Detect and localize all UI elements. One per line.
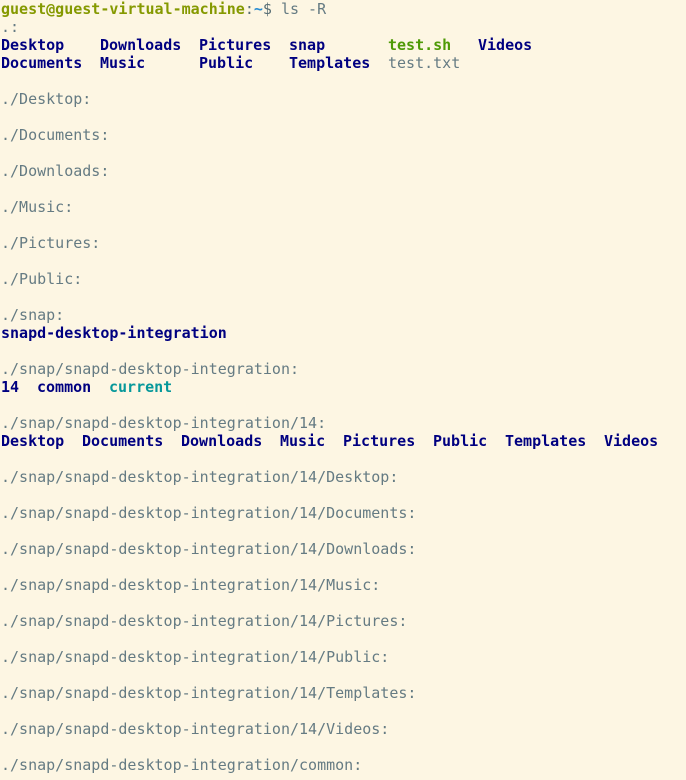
section-header: ./Public:: [1, 270, 83, 288]
dir-entry: Public: [433, 432, 488, 450]
dir-entry: Music: [280, 432, 326, 450]
dir-entry: 14: [1, 378, 20, 396]
dir-entry: snapd-desktop-integration: [1, 324, 227, 342]
section-header: ./snap/snapd-desktop-integration/14/Temp…: [1, 684, 417, 702]
dir-entry: Documents: [1, 54, 83, 72]
listing-row: snapd-desktop-integration: [1, 324, 686, 342]
section-header: ./snap/snapd-desktop-integration/14/Publ…: [1, 648, 390, 666]
prompt-separator: :: [244, 0, 254, 18]
dir-entry: snap: [289, 36, 326, 54]
dir-entry: common: [37, 378, 92, 396]
dir-entry: Public: [199, 54, 254, 72]
dir-entry: Pictures: [199, 36, 272, 54]
section-header: ./snap/snapd-desktop-integration/14/Pict…: [1, 612, 408, 630]
dir-entry: Templates: [289, 54, 371, 72]
section-header: ./Downloads:: [1, 162, 110, 180]
section-header: ./snap/snapd-desktop-integration/14/Down…: [1, 540, 417, 558]
dir-entry: Videos: [478, 36, 533, 54]
dir-entry: Music: [100, 54, 146, 72]
section-header: ./snap/snapd-desktop-integration/14:: [1, 414, 327, 432]
exec-entry: test.sh: [388, 36, 452, 54]
section-header: ./Desktop:: [1, 90, 92, 108]
listing-row: 14 common current: [1, 378, 686, 396]
dir-entry: Desktop: [1, 36, 65, 54]
section-header: ./snap/snapd-desktop-integration/common:: [1, 756, 363, 774]
dir-entry: Pictures: [343, 432, 416, 450]
prompt-line: guest@guest-virtual-machine:~$ ls -R: [1, 0, 686, 18]
dir-entry: Templates: [505, 432, 587, 450]
dir-entry: Videos: [604, 432, 659, 450]
section-header: ./snap/snapd-desktop-integration:: [1, 360, 300, 378]
listing-row: Documents Music Public Templates test.tx…: [1, 54, 686, 72]
section-header: ./snap/snapd-desktop-integration/14/Musi…: [1, 576, 381, 594]
section-header: ./snap/snapd-desktop-integration/14/Docu…: [1, 504, 417, 522]
section-header: ./Music:: [1, 198, 74, 216]
prompt-path: ~: [253, 0, 263, 18]
symlink-entry: current: [109, 378, 173, 396]
section-header: .:: [1, 18, 20, 36]
dir-entry: Desktop: [1, 432, 65, 450]
terminal-window[interactable]: guest@guest-virtual-machine:~$ ls -R .: …: [0, 0, 686, 780]
dir-entry: Downloads: [100, 36, 182, 54]
section-header: ./snap/snapd-desktop-integration/14/Vide…: [1, 720, 390, 738]
dir-entry: Documents: [82, 432, 164, 450]
section-header: ./Pictures:: [1, 234, 101, 252]
dir-entry: Downloads: [181, 432, 263, 450]
section-header: ./snap/snapd-desktop-integration/14/Desk…: [1, 468, 399, 486]
section-header: ./Documents:: [1, 126, 110, 144]
file-entry: test.txt: [388, 54, 461, 72]
prompt-command: ls -R: [280, 0, 327, 18]
listing-row: Desktop Documents Downloads Music Pictur…: [1, 432, 686, 450]
prompt-symbol: $: [262, 0, 272, 18]
section-header: ./snap:: [1, 306, 65, 324]
listing-row: Desktop Downloads Pictures snap test.sh …: [1, 36, 686, 54]
prompt-user-host: guest@guest-virtual-machine: [1, 0, 245, 18]
